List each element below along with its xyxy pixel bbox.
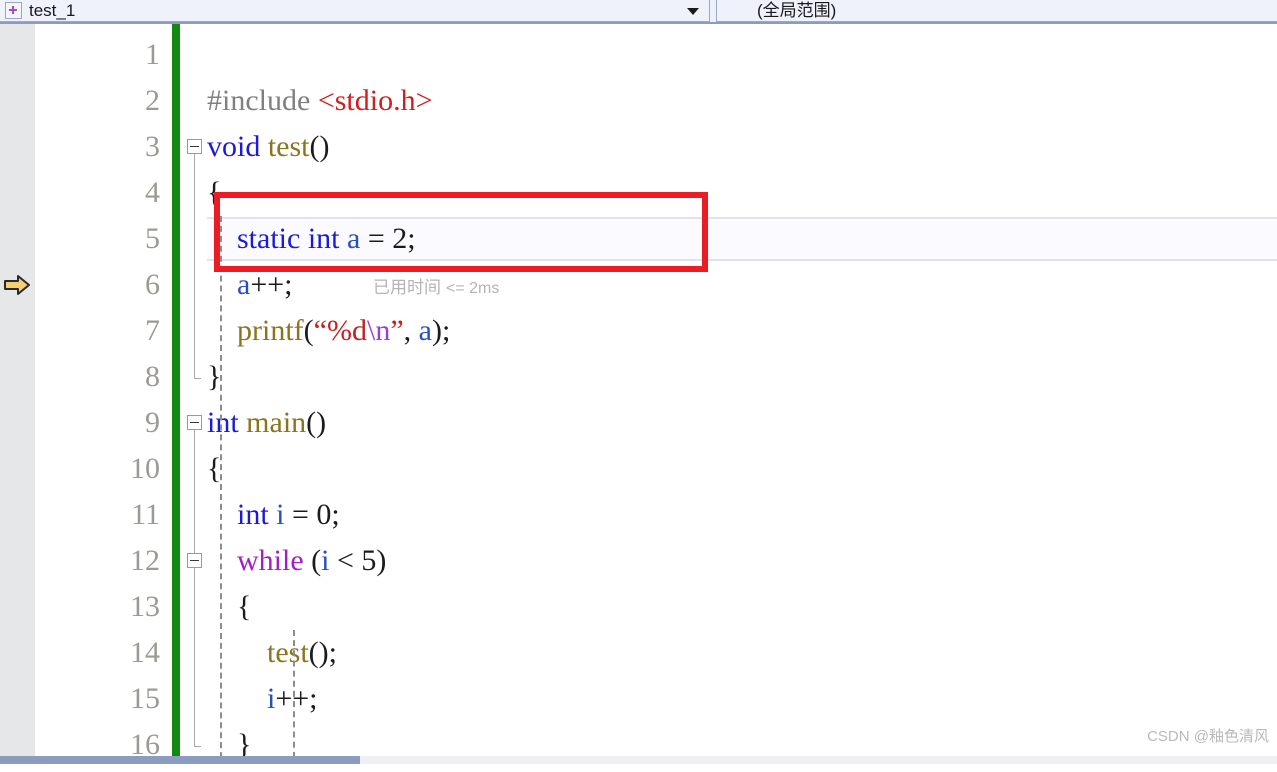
elapsed-time-diagnostic: 已用时间 <= 2ms <box>373 273 499 298</box>
code-line[interactable]: void test() <box>207 124 330 170</box>
watermark: CSDN @釉色清风 <box>1147 728 1269 745</box>
chevron-down-icon[interactable] <box>687 7 699 15</box>
line-number: 3 <box>145 130 160 163</box>
fold-range-foot <box>194 378 201 379</box>
code-line[interactable]: printf(“%d\n”, a); <box>207 308 450 354</box>
fold-toggle-icon[interactable] <box>187 415 202 430</box>
file-scope-dropdown[interactable]: test_1 <box>0 0 710 22</box>
line-number: 7 <box>145 314 160 347</box>
breakpoint-margin[interactable] <box>0 24 36 764</box>
line-number: 11 <box>131 498 160 531</box>
fold-range-line <box>194 568 195 746</box>
indent-guide <box>293 630 295 764</box>
fold-range-line <box>194 154 195 378</box>
line-number: 15 <box>130 682 160 715</box>
line-number: 12 <box>130 544 160 577</box>
code-line[interactable]: #include <stdio.h> <box>207 78 433 124</box>
line-number: 13 <box>130 590 160 623</box>
execution-arrow-icon <box>4 275 30 295</box>
line-number: 5 <box>145 222 160 255</box>
line-number: 10 <box>130 452 160 485</box>
c-file-icon <box>5 2 22 19</box>
file-scope-dropdown-value: test_1 <box>29 0 76 20</box>
line-number: 9 <box>145 406 160 439</box>
line-number: 4 <box>145 176 160 209</box>
code-editor[interactable]: 1 2 3 4 5 6 7 8 9 10 11 12 13 14 15 16 #include <stdio.… <box>0 22 1277 764</box>
member-scope-dropdown[interactable]: (全局范围) <box>716 0 1277 22</box>
line-number: 6 <box>145 268 160 301</box>
horizontal-scrollbar-thumb[interactable] <box>0 756 360 764</box>
red-annotation-box <box>214 192 708 272</box>
code-line[interactable]: while (i < 5) <box>207 538 386 584</box>
code-line[interactable]: { <box>207 584 251 630</box>
fold-range-foot <box>194 746 201 747</box>
line-number: 1 <box>145 38 160 71</box>
code-line[interactable]: test(); <box>207 630 337 676</box>
elapsed-time-label: 已用时间 <box>373 278 441 297</box>
fold-toggle-icon[interactable] <box>187 553 202 568</box>
line-number: 8 <box>145 360 160 393</box>
navigation-bar: test_1 (全局范围) <box>0 0 1277 22</box>
fold-toggle-icon[interactable] <box>187 139 202 154</box>
code-text-area[interactable]: #include <stdio.h> void test(){ static in… <box>207 24 1277 764</box>
code-line[interactable]: int main() <box>207 400 326 446</box>
code-folding-margin[interactable] <box>181 24 207 764</box>
member-scope-dropdown-value: (全局范围) <box>757 0 837 20</box>
indent-guide <box>220 216 222 764</box>
horizontal-scrollbar[interactable] <box>0 756 1277 764</box>
change-indicator-bar <box>172 24 180 764</box>
elapsed-time-value: <= 2ms <box>446 280 500 297</box>
line-number: 2 <box>145 84 160 117</box>
line-number-gutter: 1 2 3 4 5 6 7 8 9 10 11 12 13 14 15 16 <box>36 24 172 764</box>
code-line[interactable]: i++; <box>207 676 318 722</box>
line-number: 14 <box>130 636 160 669</box>
code-line[interactable]: int i = 0; <box>207 492 340 538</box>
